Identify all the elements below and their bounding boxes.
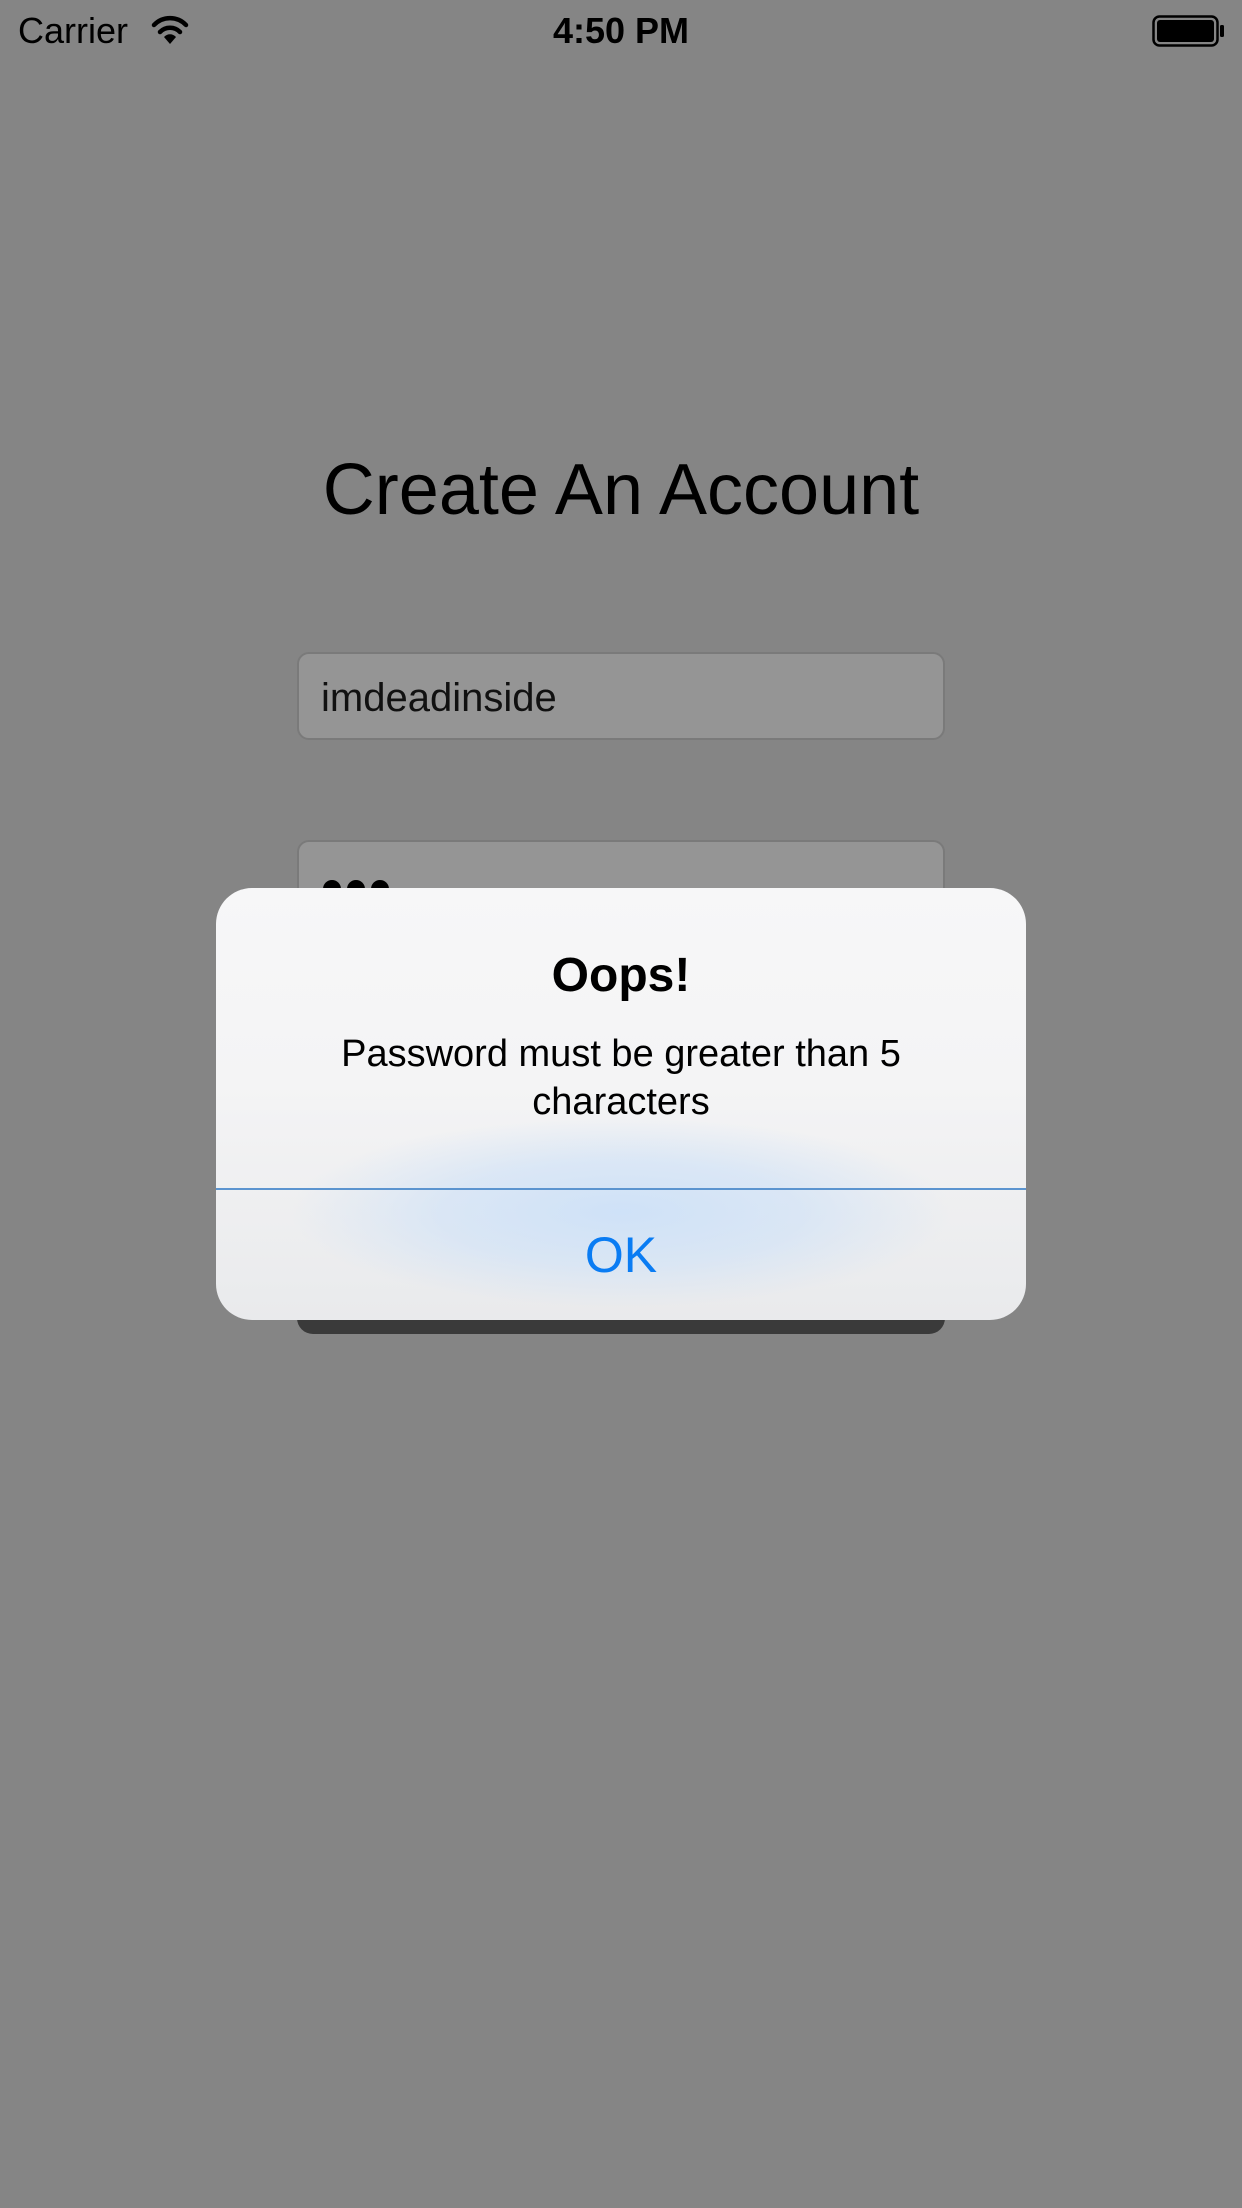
page-title: Create An Account — [322, 450, 920, 530]
alert-dialog: Oops! Password must be greater than 5 ch… — [216, 888, 1026, 1320]
username-field[interactable]: imdeadinside — [297, 652, 945, 740]
username-value: imdeadinside — [321, 676, 557, 720]
status-bar: Carrier 4:50 PM — [0, 0, 1242, 60]
battery-icon — [1152, 15, 1224, 47]
clock: 4:50 PM — [552, 10, 690, 51]
alert-title: Oops! — [551, 949, 691, 1002]
alert-message: Password must be greater than 5 characte… — [341, 1033, 901, 1123]
ok-button[interactable]: OK — [216, 1190, 1026, 1320]
